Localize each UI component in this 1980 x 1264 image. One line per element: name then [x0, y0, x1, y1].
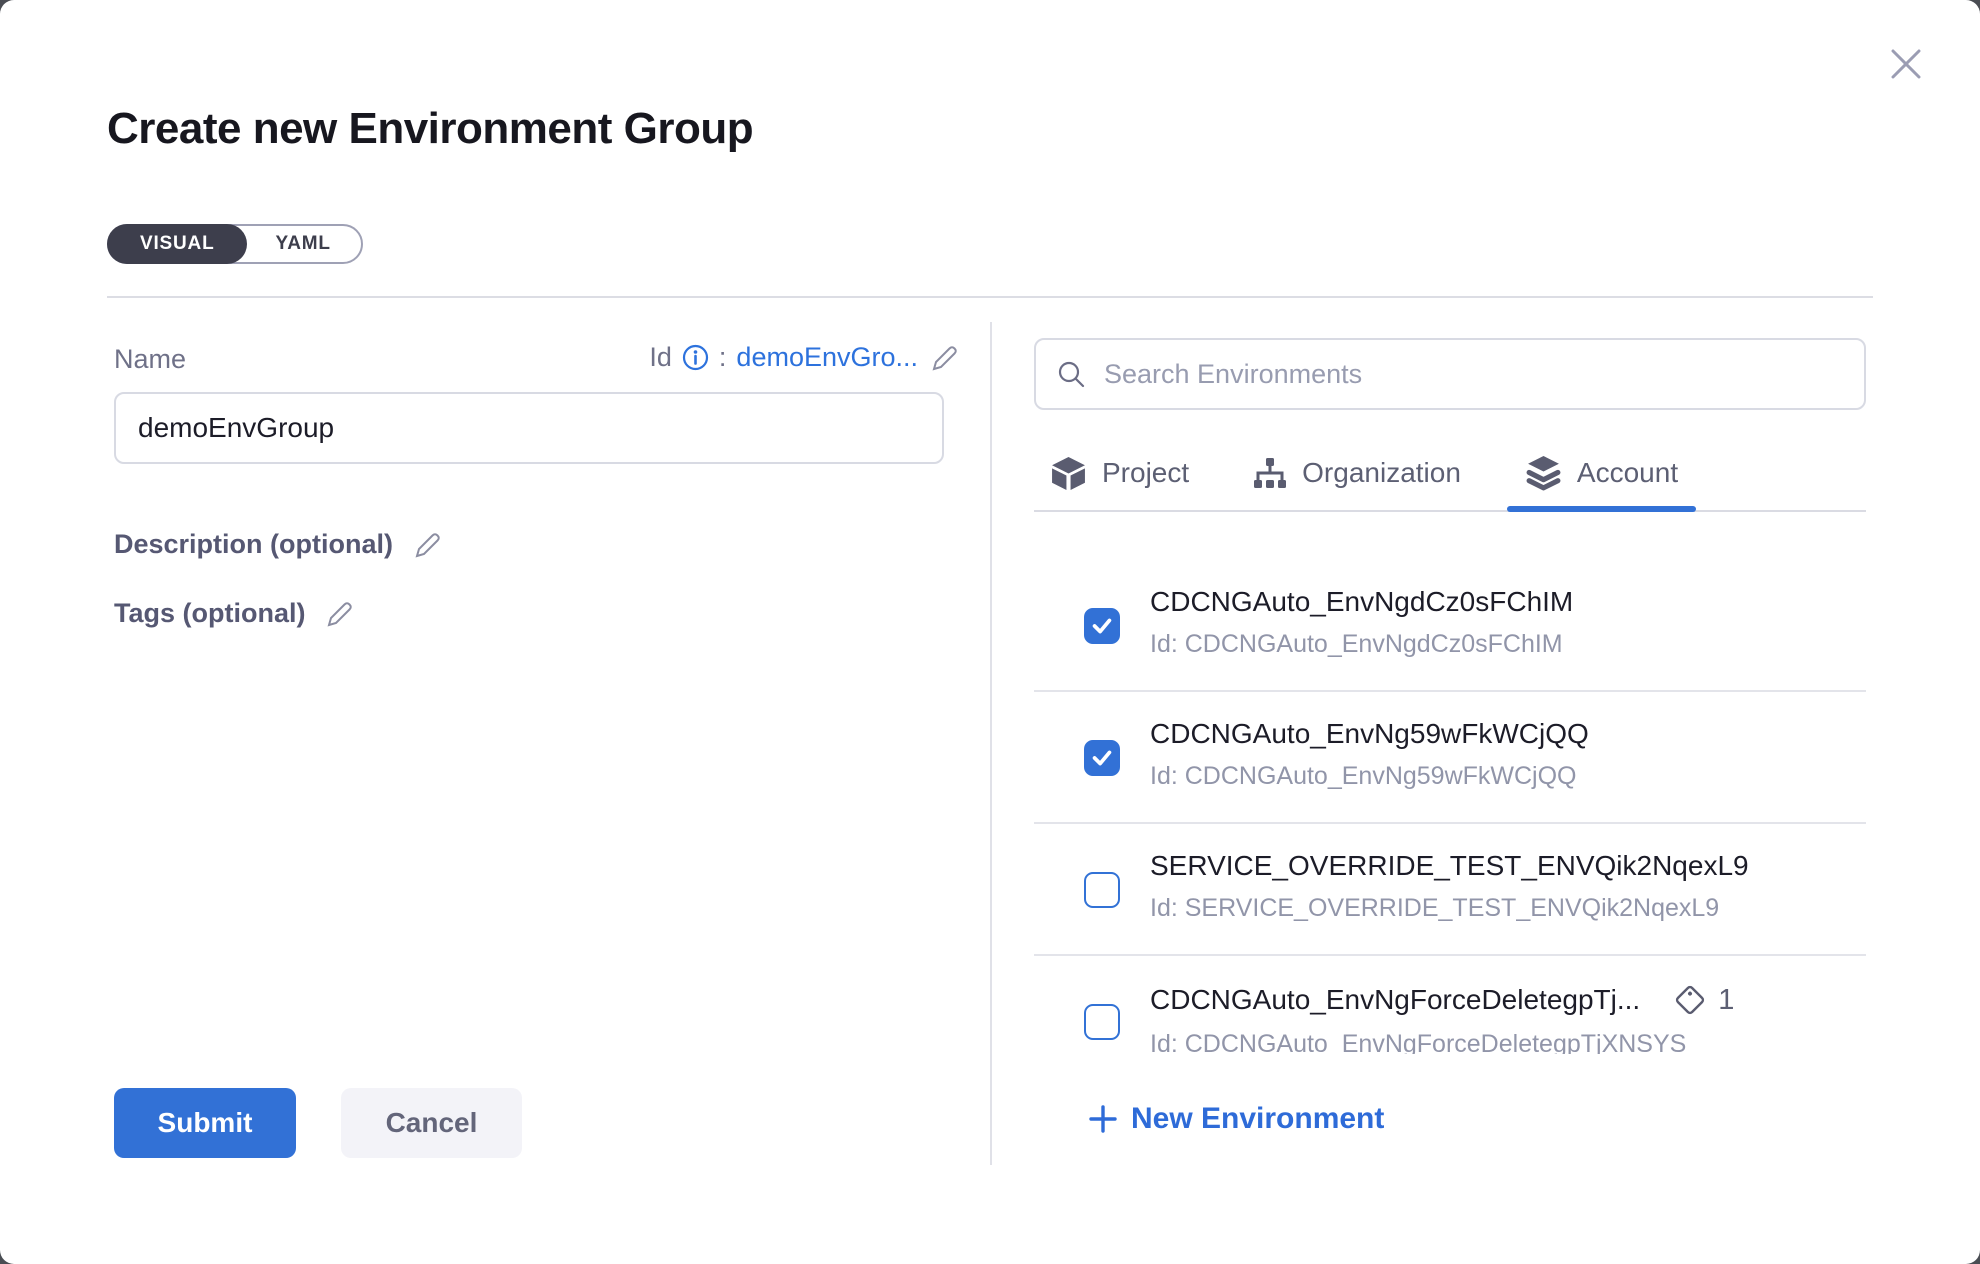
plus-icon	[1088, 1104, 1118, 1134]
environment-id: Id: CDCNGAuto_EnvNgForceDeletegpTjXNSYS	[1150, 1030, 1866, 1054]
environment-id: Id: CDCNGAuto_EnvNgdCz0sFChIM	[1150, 630, 1866, 659]
tab-project[interactable]: Project	[1044, 436, 1195, 510]
toggle-visual[interactable]: VISUAL	[107, 224, 247, 264]
search-environments-input[interactable]	[1102, 358, 1844, 391]
edit-id-pencil-icon[interactable]	[928, 343, 958, 373]
description-row: Description (optional)	[114, 529, 441, 560]
panel-divider	[990, 322, 992, 1165]
environment-name: CDCNGAuto_EnvNgForceDeletegpTj... 1	[1150, 982, 1866, 1018]
close-icon[interactable]	[1882, 40, 1930, 88]
environment-checkbox[interactable]	[1084, 740, 1120, 776]
edit-description-pencil-icon[interactable]	[411, 530, 441, 560]
create-environment-group-dialog: Create new Environment Group VISUAL YAML…	[0, 0, 1980, 1264]
environment-picker-panel: Project Organization	[1034, 0, 1866, 1264]
name-input[interactable]	[114, 392, 944, 464]
name-label: Name	[114, 344, 186, 375]
id-value: demoEnvGro...	[736, 342, 918, 373]
environment-row: CDCNGAuto_EnvNg59wFkWCjQQ Id: CDCNGAuto_…	[1034, 692, 1866, 824]
environment-name: SERVICE_OVERRIDE_TEST_ENVQik2NqexL9	[1150, 850, 1866, 882]
environment-checkbox[interactable]	[1084, 1004, 1120, 1040]
environment-id: Id: CDCNGAuto_EnvNg59wFkWCjQQ	[1150, 762, 1866, 791]
environment-checkbox[interactable]	[1084, 872, 1120, 908]
page-title: Create new Environment Group	[107, 104, 753, 154]
visual-yaml-toggle: VISUAL YAML	[107, 224, 363, 264]
tag-icon	[1672, 982, 1708, 1018]
id-label: Id	[649, 342, 672, 373]
tag-count-badge: 1	[1672, 982, 1734, 1018]
environment-row: CDCNGAuto_EnvNgForceDeletegpTj... 1	[1034, 956, 1866, 1054]
tab-organization-label: Organization	[1302, 457, 1461, 489]
environment-row: SERVICE_OVERRIDE_TEST_ENVQik2NqexL9 Id: …	[1034, 824, 1866, 956]
org-chart-icon	[1253, 456, 1287, 490]
info-icon[interactable]	[682, 344, 709, 371]
cancel-button[interactable]: Cancel	[341, 1088, 522, 1158]
search-icon	[1056, 359, 1086, 389]
search-environments-box	[1034, 338, 1866, 410]
cube-icon	[1050, 455, 1087, 492]
tag-count: 1	[1718, 984, 1734, 1017]
environment-checkbox[interactable]	[1084, 608, 1120, 644]
environment-id: Id: SERVICE_OVERRIDE_TEST_ENVQik2NqexL9	[1150, 894, 1866, 923]
edit-tags-pencil-icon[interactable]	[323, 599, 353, 629]
tab-account[interactable]: Account	[1519, 436, 1684, 510]
toggle-yaml[interactable]: YAML	[245, 226, 360, 262]
scope-tabs: Project Organization	[1034, 436, 1866, 512]
description-label: Description (optional)	[114, 529, 393, 560]
environment-row: CDCNGAuto_EnvNgdCz0sFChIM Id: CDCNGAuto_…	[1034, 560, 1866, 692]
tags-row: Tags (optional)	[114, 598, 353, 629]
new-environment-label: New Environment	[1131, 1102, 1384, 1136]
environment-name: CDCNGAuto_EnvNgdCz0sFChIM	[1150, 586, 1866, 618]
tab-organization[interactable]: Organization	[1247, 436, 1467, 510]
tags-label: Tags (optional)	[114, 598, 305, 629]
entity-id-row: Id : demoEnvGro...	[649, 342, 958, 373]
submit-button[interactable]: Submit	[114, 1088, 296, 1158]
new-environment-button[interactable]: New Environment	[1088, 1102, 1384, 1136]
environment-list: CDCNGAuto_EnvNgdCz0sFChIM Id: CDCNGAuto_…	[1034, 560, 1866, 1054]
id-separator: :	[719, 342, 727, 373]
tab-project-label: Project	[1102, 457, 1189, 489]
tab-account-label: Account	[1577, 457, 1678, 489]
environment-name: CDCNGAuto_EnvNg59wFkWCjQQ	[1150, 718, 1866, 750]
layers-icon	[1525, 455, 1562, 492]
